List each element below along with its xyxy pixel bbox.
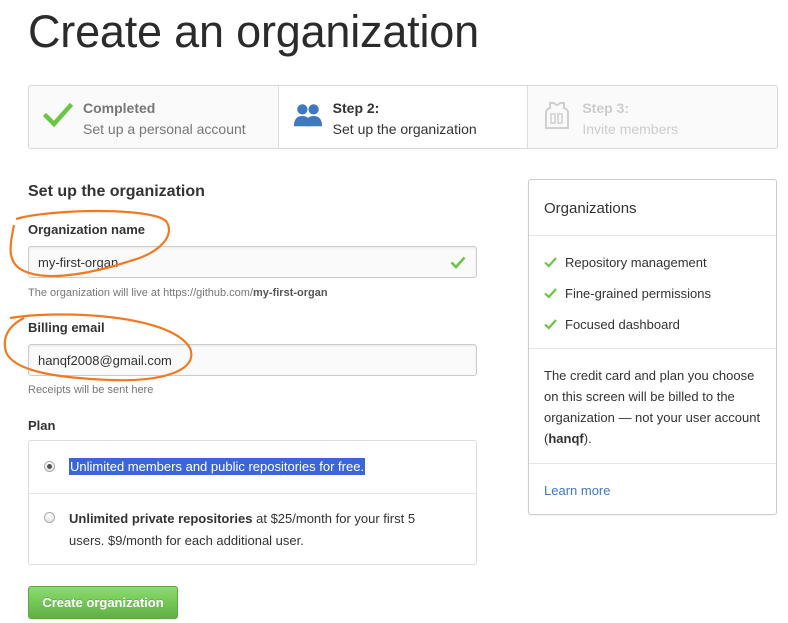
check-icon xyxy=(544,288,557,299)
step-completed: Completed Set up a personal account xyxy=(29,86,279,148)
jersey-icon xyxy=(545,102,570,129)
plan-options: Unlimited members and public repositorie… xyxy=(28,440,477,565)
plan-private-title: Unlimited private repositories xyxy=(69,511,253,526)
check-icon xyxy=(544,257,557,268)
checkmark-icon xyxy=(43,102,73,128)
plan-radio-private[interactable] xyxy=(44,512,55,523)
billing-info-user: hanqf xyxy=(548,431,584,446)
valid-check-icon xyxy=(450,256,466,269)
sidebar-features: Repository management Fine-grained permi… xyxy=(529,235,776,349)
sidebar-title: Organizations xyxy=(544,200,637,217)
organizations-sidebar: Organizations Repository management Fine… xyxy=(528,179,777,515)
billing-info-suffix: ). xyxy=(583,431,592,446)
step-title: Step 2: xyxy=(332,100,380,116)
feature-label: Fine-grained permissions xyxy=(565,286,711,301)
billing-info-text: The credit card and plan you choose on t… xyxy=(544,365,769,449)
step-title: Completed xyxy=(83,100,156,116)
plan-radio-free[interactable] xyxy=(44,461,55,472)
plan-private-text: Unlimited private repositories at $25/mo… xyxy=(69,508,415,552)
sidebar-billing-info: The credit card and plan you choose on t… xyxy=(529,348,776,464)
billing-email-label: Billing email xyxy=(28,320,105,335)
create-organization-button[interactable]: Create organization xyxy=(28,586,178,619)
billing-note: Receipts will be sent here xyxy=(28,384,154,396)
people-icon xyxy=(293,104,322,127)
step-desc: Set up a personal account xyxy=(83,121,246,137)
org-url-note: The organization will live at https://gi… xyxy=(28,287,328,299)
plan-label: Plan xyxy=(28,418,56,433)
feature-label: Repository management xyxy=(565,255,707,270)
section-title: Set up the organization xyxy=(28,183,205,200)
plan-private-line2: users. $9/month for each additional user… xyxy=(69,533,304,548)
plan-free-label: Unlimited members and public repositorie… xyxy=(69,458,366,475)
feature-label: Focused dashboard xyxy=(565,317,680,332)
step-3: Step 3: Invite members xyxy=(528,86,777,148)
step-2: Step 2: Set up the organization xyxy=(278,86,529,148)
step-title: Step 3: xyxy=(582,100,630,116)
billing-email-input[interactable]: hanqf2008@gmail.com xyxy=(28,344,477,376)
plan-option-free[interactable]: Unlimited members and public repositorie… xyxy=(29,441,476,494)
billing-email-value: hanqf2008@gmail.com xyxy=(38,353,172,368)
plan-private-line1: at $25/month for your first 5 xyxy=(252,511,416,526)
learn-more-link[interactable]: Learn more xyxy=(544,483,610,498)
page-title: Create an organization xyxy=(28,6,479,57)
step-progress: Completed Set up a personal account Step… xyxy=(28,85,778,149)
step-desc: Invite members xyxy=(582,121,679,137)
plan-free-text: Unlimited members and public repositorie… xyxy=(69,456,366,478)
step-desc: Set up the organization xyxy=(332,121,477,137)
org-name-label: Organization name xyxy=(28,222,146,237)
org-url-slug: my-first-organ xyxy=(253,287,328,299)
org-name-input[interactable]: my-first-organ xyxy=(28,246,477,278)
org-url-prefix: The organization will live at https://gi… xyxy=(28,287,254,299)
sidebar-header: Organizations xyxy=(529,180,776,236)
org-name-value: my-first-organ xyxy=(38,255,119,270)
check-icon xyxy=(544,319,557,330)
plan-option-private[interactable]: Unlimited private repositories at $25/mo… xyxy=(29,493,476,565)
